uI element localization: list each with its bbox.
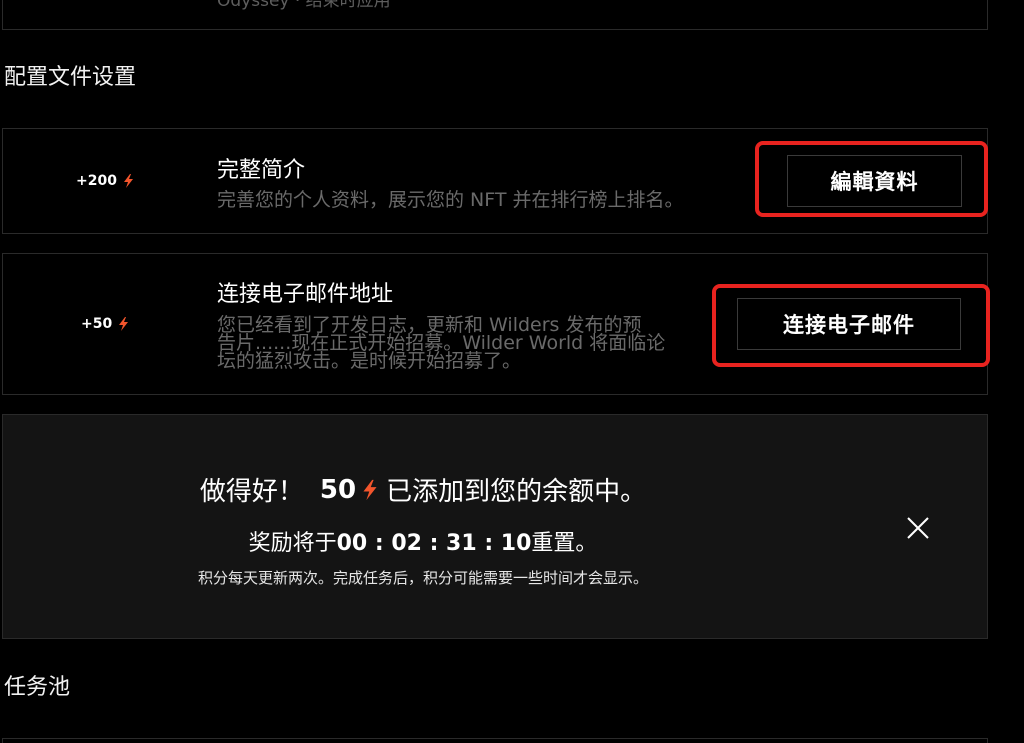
lightning-bolt-icon [123, 174, 133, 188]
page: Odyssey · 结束时应用 配置文件设置 +200 完整简介 完善您的个人资… [0, 0, 1024, 743]
lightning-bolt-icon [363, 479, 377, 500]
previous-task-card: Odyssey · 结束时应用 [2, 0, 988, 30]
task-card-connect-email: +50 连接电子邮件地址 您已经看到了开发日志，更新和 Wilders 发布的预… [2, 253, 990, 395]
previous-task-text: Odyssey · 结束时应用 [217, 0, 391, 11]
section-title-task-pool: 任务池 [4, 675, 71, 700]
points-value: +200 [76, 173, 117, 189]
task-title: 连接电子邮件地址 [217, 282, 394, 307]
reward-note: 积分每天更新两次。完成任务后，积分可能需要一些时间才会显示。 [197, 569, 648, 587]
section-title-profile: 配置文件设置 [4, 65, 137, 90]
reward-suffix: 已添加到您的余额中。 [386, 477, 647, 507]
points-value: +50 [81, 316, 113, 332]
task-title: 完整简介 [217, 158, 306, 183]
task-card-complete-profile: +200 完整简介 完善您的个人资料，展示您的 NFT 并在排行榜上排名。 編輯… [2, 128, 988, 234]
task-description-line-3: 坛的猛烈攻击。是时候开始招募了。 [217, 350, 522, 372]
reset-prefix: 奖励将于 [248, 531, 337, 556]
reset-suffix: 重置。 [531, 531, 598, 556]
edit-profile-button[interactable]: 編輯資料 [787, 155, 962, 207]
reward-amount: 50 [319, 474, 357, 505]
close-icon[interactable] [903, 513, 933, 543]
reward-prefix: 做得好！ [199, 477, 304, 507]
task-pool-card [2, 738, 988, 743]
points-badge: +200 [76, 173, 134, 189]
reward-message: 做得好！ 50 已添加到您的余额中。 [3, 471, 843, 508]
connect-email-button[interactable]: 连接电子邮件 [737, 298, 961, 350]
reset-timer: 00 : 02 : 31 : 10 [336, 531, 532, 556]
reward-banner: 做得好！ 50 已添加到您的余额中。 奖励将于00 : 02 : 31 : 10… [2, 414, 988, 639]
task-description: 完善您的个人资料，展示您的 NFT 并在排行榜上排名。 [217, 189, 684, 211]
points-badge: +50 [81, 316, 129, 332]
lightning-bolt-icon [119, 317, 129, 331]
reward-reset: 奖励将于00 : 02 : 31 : 10重置。 [3, 525, 843, 557]
